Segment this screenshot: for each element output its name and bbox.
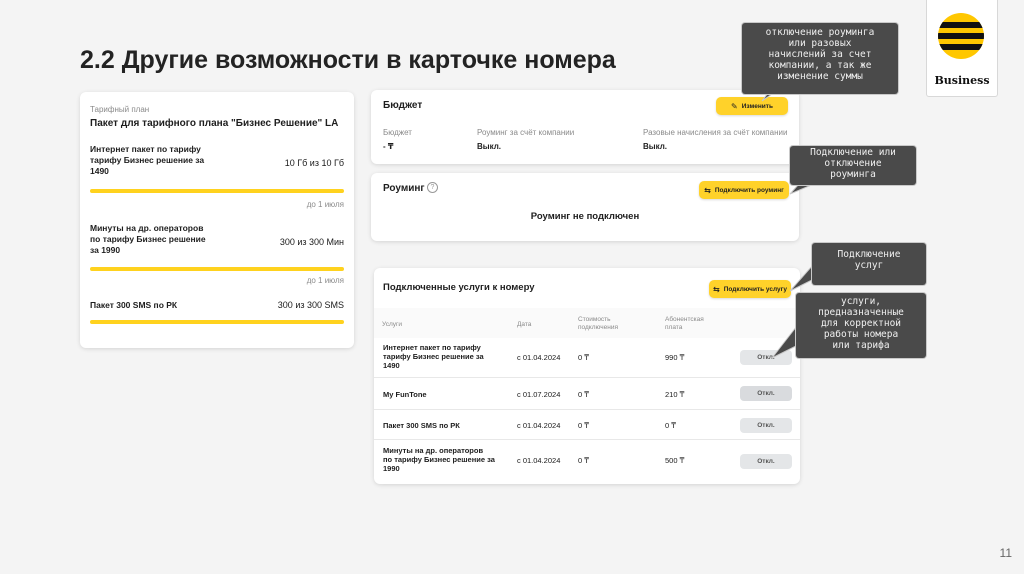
col-header-cost: Стоимость подключения <box>578 316 618 331</box>
roaming-icon: ⇆ <box>704 185 711 195</box>
tariff-item-name: Интернет пакет по тарифу <box>90 144 201 154</box>
services-title: Подключенные услуги к номеру <box>383 282 535 293</box>
service-date: с 01.04.2024 <box>517 421 561 430</box>
service-icon: ⇆ <box>713 284 720 294</box>
roaming-title: Роуминг <box>383 183 425 194</box>
service-fee: 210 ₸ <box>665 390 685 399</box>
col-header-fee: Абонентская плата <box>665 316 704 331</box>
service-fee: 0 ₸ <box>665 421 677 430</box>
budget-col-label: Разовые начисления за счёт компании <box>643 128 788 137</box>
tariff-label: Тарифный план <box>90 105 150 114</box>
tariff-name: Пакет для тарифного плана "Бизнес Решени… <box>90 118 339 129</box>
service-name: 1490 <box>383 361 400 370</box>
tariff-item-until: до 1 июля <box>306 276 344 285</box>
service-cost: 0 ₸ <box>578 456 590 465</box>
services-card: Подключенные услуги к номеру ⇆ Подключит… <box>374 268 800 484</box>
service-name: по тарифу Бизнес решение за <box>383 455 495 464</box>
budget-card: Бюджет ✎ Изменить Бюджет - ₸ Роуминг за … <box>371 90 799 164</box>
budget-col-value: Выкл. <box>643 142 668 151</box>
tariff-item-minutes: Минуты на др. операторов по тарифу Бизне… <box>90 223 344 285</box>
service-cost: 0 ₸ <box>578 421 590 430</box>
service-date: с 01.07.2024 <box>517 390 561 399</box>
page-number: 11 <box>999 546 1012 560</box>
service-fee: 990 ₸ <box>665 353 685 362</box>
usage-bar <box>90 320 344 324</box>
budget-col-label: Роуминг за счёт компании <box>477 128 575 137</box>
budget-col-value: - ₸ <box>383 142 394 151</box>
roaming-status: Роуминг не подключен <box>530 211 640 222</box>
service-fee: 500 ₸ <box>665 456 685 465</box>
tariff-item-internet: Интернет пакет по тарифу тарифу Бизнес р… <box>90 144 344 209</box>
disconnect-button[interactable]: Откл. <box>740 350 792 365</box>
tariff-item-sms: Пакет 300 SMS по РК 300 из 300 SMS <box>90 300 344 324</box>
tariff-item-value: 300 из 300 SMS <box>277 300 344 310</box>
roaming-card: Роуминг ? ⇆ Подключить роуминг Роуминг н… <box>371 173 799 241</box>
service-cost: 0 ₸ <box>578 390 590 399</box>
table-row: My FunTone с 01.07.2024 0 ₸ 210 ₸ Откл. <box>374 378 800 410</box>
col-header-date: Дата <box>517 321 532 328</box>
edit-icon: ✎ <box>731 101 738 111</box>
disconnect-button[interactable]: Откл. <box>740 386 792 401</box>
budget-col-value: Выкл. <box>477 142 502 151</box>
logo-text: Business <box>934 74 990 87</box>
bee-logo-icon <box>938 13 984 59</box>
connect-service-button[interactable]: ⇆ Подключить услугу <box>709 280 791 298</box>
usage-bar <box>90 189 344 193</box>
info-icon[interactable]: ? <box>427 182 438 193</box>
table-row: Пакет 300 SMS по РК с 01.04.2024 0 ₸ 0 ₸… <box>374 410 800 440</box>
tariff-item-name: Минуты на др. операторов <box>90 223 204 233</box>
slide-title: 2.2 Другие возможности в карточке номера <box>80 46 616 74</box>
callout-required-services: услуги, предназначенные для корректной р… <box>796 293 926 358</box>
tariff-item-value: 10 Гб из 10 Гб <box>284 158 344 168</box>
table-header: Услуги Дата Стоимость подключения Абонен… <box>374 308 800 338</box>
budget-col-label: Бюджет <box>383 128 412 137</box>
disconnect-button[interactable]: Откл. <box>740 418 792 433</box>
service-name: 1990 <box>383 464 400 473</box>
tariff-card: Тарифный план Пакет для тарифного плана … <box>80 92 354 348</box>
disconnect-button[interactable]: Откл. <box>740 454 792 469</box>
service-name: Интернет пакет по тарифу <box>383 343 481 352</box>
col-header-services: Услуги <box>382 321 402 328</box>
tariff-item-value: 300 из 300 Мин <box>279 237 344 247</box>
table-row: Интернет пакет по тарифу тарифу Бизнес р… <box>374 338 800 378</box>
table-row: Минуты на др. операторов по тарифу Бизне… <box>374 440 800 482</box>
service-date: с 01.04.2024 <box>517 353 561 362</box>
callout-services: Подключение услуг <box>812 243 926 285</box>
callout-roaming: Подключение или отключение роуминга <box>790 146 916 185</box>
service-name: My FunTone <box>383 390 427 399</box>
service-date: с 01.04.2024 <box>517 456 561 465</box>
budget-change-button[interactable]: ✎ Изменить <box>716 97 788 115</box>
callout-budget: отключение роуминга или разовых начислен… <box>742 23 898 94</box>
connect-roaming-button[interactable]: ⇆ Подключить роуминг <box>699 181 789 199</box>
beeline-business-logo: Business <box>926 0 998 97</box>
service-name: тарифу Бизнес решение за <box>383 352 484 361</box>
budget-title: Бюджет <box>383 100 423 111</box>
tariff-item-until: до 1 июля <box>306 200 344 209</box>
service-name: Пакет 300 SMS по РК <box>383 421 460 430</box>
usage-bar <box>90 267 344 271</box>
service-cost: 0 ₸ <box>578 353 590 362</box>
service-name: Минуты на др. операторов <box>383 446 484 455</box>
